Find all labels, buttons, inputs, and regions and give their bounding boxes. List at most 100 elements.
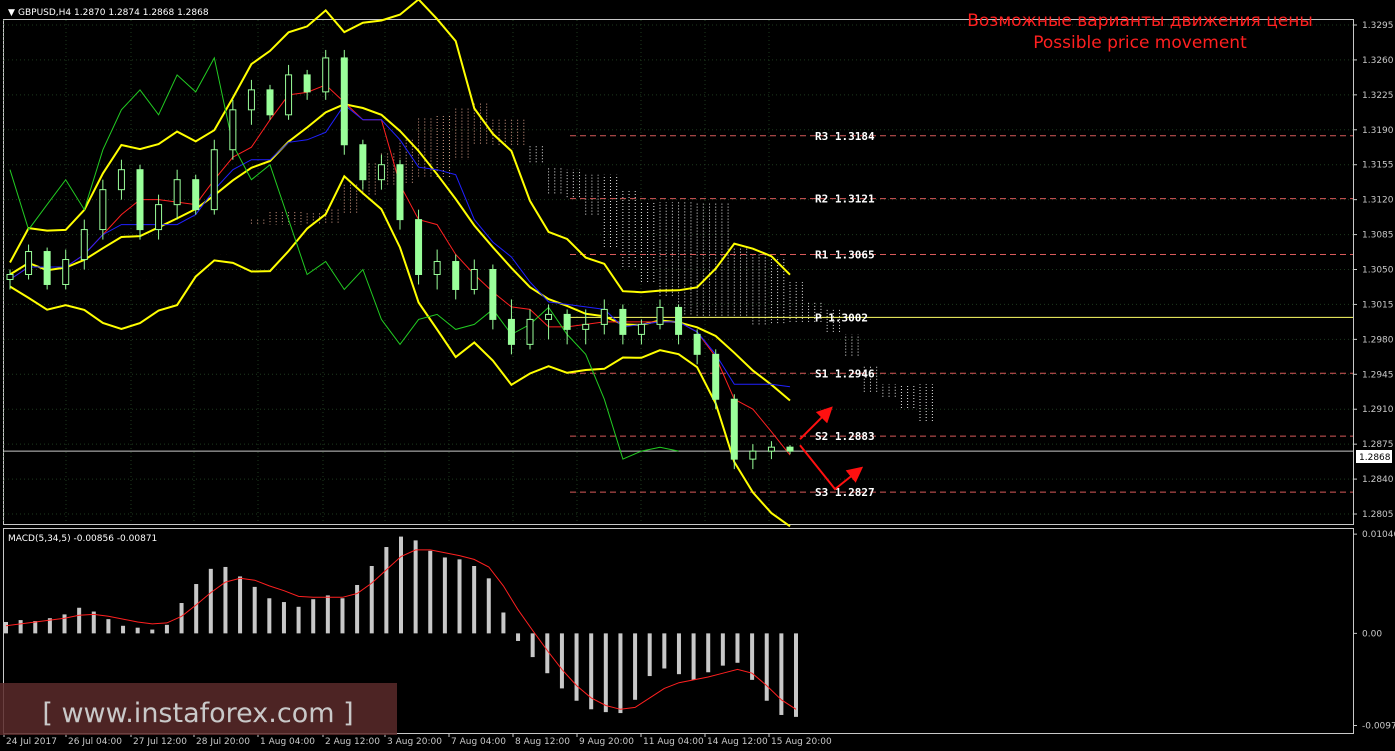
macd-bar: [472, 566, 477, 634]
y-tick-label: 1.2980: [1362, 335, 1394, 345]
candle-body: [340, 57, 348, 146]
y-tick-label: 1.2875: [1362, 440, 1394, 450]
macd-bar: [121, 625, 126, 634]
candle-body: [136, 169, 144, 231]
arrow-down-up: [799, 444, 864, 491]
candle-body: [303, 74, 311, 93]
macd-bar: [559, 633, 564, 689]
macd-bar: [106, 619, 111, 634]
x-tick-label: 28 Jul 20:00: [196, 737, 250, 747]
macd-bar: [369, 566, 374, 634]
x-tick-label: 14 Aug 12:00: [707, 737, 768, 747]
macd-bar: [77, 607, 82, 634]
y-tick-label: 1.3260: [1362, 56, 1394, 66]
macd-bar: [794, 633, 798, 717]
svg-text:▼: ▼: [8, 8, 15, 18]
candle-body: [285, 74, 293, 116]
indicator-lines: [9, 0, 791, 528]
bb-middle: [9, 103, 791, 402]
macd-bar: [18, 620, 23, 634]
forecast-arrows: [799, 406, 864, 491]
macd-bar: [267, 598, 272, 634]
macd-bar: [662, 633, 667, 669]
watermark: [ www.instaforex.com ]: [0, 683, 397, 735]
macd-bar: [340, 598, 345, 634]
y-tick-label: 1.2840: [1362, 475, 1394, 485]
candle-body: [210, 149, 218, 211]
candle-body: [526, 318, 534, 345]
dropdown-caret-icon[interactable]: ▼: [8, 8, 15, 18]
macd-bar: [399, 536, 403, 634]
macd-bar: [179, 603, 184, 634]
x-tick-label: 26 Jul 04:00: [68, 737, 122, 747]
macd-y-tick-label: -0.00971: [1362, 722, 1395, 732]
candle-body: [99, 189, 107, 231]
candle-body: [62, 259, 70, 285]
candle-body: [656, 306, 664, 325]
x-tick-label: 2 Aug 12:00: [325, 737, 380, 747]
candle-body: [247, 89, 255, 111]
candle-body: [43, 251, 51, 285]
y-tick-label: 1.3085: [1362, 231, 1394, 241]
macd-bar: [530, 633, 535, 658]
candle-body: [229, 109, 237, 151]
candle-body: [600, 308, 608, 325]
candle-body: [582, 323, 590, 330]
candle-body: [637, 323, 645, 335]
candle-body: [266, 89, 274, 116]
current-price-value: 1.2868: [1359, 453, 1391, 463]
y-tick-label: 1.3050: [1362, 266, 1394, 276]
y-tick-label: 1.2805: [1362, 510, 1394, 520]
candle-body: [452, 261, 460, 290]
candle-body: [786, 446, 794, 452]
candle-body: [192, 179, 200, 211]
candle-body: [489, 269, 497, 320]
macd-bar: [735, 633, 740, 663]
macd-bar: [457, 559, 462, 634]
macd-bar: [647, 633, 652, 677]
macd-bar: [720, 633, 725, 666]
candles: [6, 49, 794, 470]
macd-bar: [194, 584, 199, 634]
macd-bar: [574, 633, 579, 701]
candle-body: [730, 398, 738, 460]
macd-bar: [62, 614, 67, 634]
candle-body: [767, 446, 775, 452]
x-tick-label: 24 Jul 2017: [6, 737, 57, 747]
x-tick-label: 27 Jul 12:00: [133, 737, 187, 747]
candle-body: [80, 229, 88, 261]
candle-body: [415, 219, 423, 275]
title-english: Possible price movement: [1033, 33, 1247, 53]
y-tick-label: 1.2945: [1362, 370, 1394, 380]
macd-bar: [501, 612, 506, 634]
x-tick-label: 8 Aug 12:00: [515, 737, 570, 747]
macd-bar: [618, 633, 623, 714]
candle-body: [155, 204, 163, 231]
macd-bar: [516, 633, 521, 641]
x-tick-label: 9 Aug 20:00: [579, 737, 634, 747]
candle-body: [563, 313, 571, 330]
macd-bar: [252, 586, 257, 634]
y-tick-label: 1.3015: [1362, 300, 1394, 310]
x-tick-label: 3 Aug 20:00: [387, 737, 442, 747]
candle-body: [396, 164, 404, 221]
candle-body: [693, 333, 701, 355]
macd-bar: [208, 568, 213, 634]
price-axis: 1.3295 1.3260 1.3225 1.3190 1.3155 1.3120 1.30…: [1353, 21, 1394, 520]
macd-bar: [691, 633, 696, 680]
chart-svg: R3 1.3184 R2 1.3121 R1 1.3065 P 1.3002 S1 1.…: [0, 0, 1395, 747]
macd-axis: 0.01046 0.00 -0.00971: [1353, 530, 1395, 732]
macd-bar: [135, 627, 140, 634]
x-tick-label: 7 Aug 04:00: [451, 737, 506, 747]
time-axis: 24 Jul 2017 26 Jul 04:00 27 Jul 12:00 28 Ju…: [3, 733, 832, 747]
macd-bar: [4, 621, 8, 634]
macd-label: MACD(5,34,5) -0.00856 -0.00871: [8, 534, 157, 544]
macd-bar: [164, 624, 169, 634]
macd-bar: [281, 602, 286, 634]
candle-body: [470, 269, 478, 290]
macd-bar: [706, 633, 711, 673]
candle-body: [117, 169, 125, 191]
candle-body: [322, 57, 330, 93]
macd-y-tick-label: 0.01046: [1362, 530, 1395, 540]
macd-bar: [413, 540, 418, 634]
